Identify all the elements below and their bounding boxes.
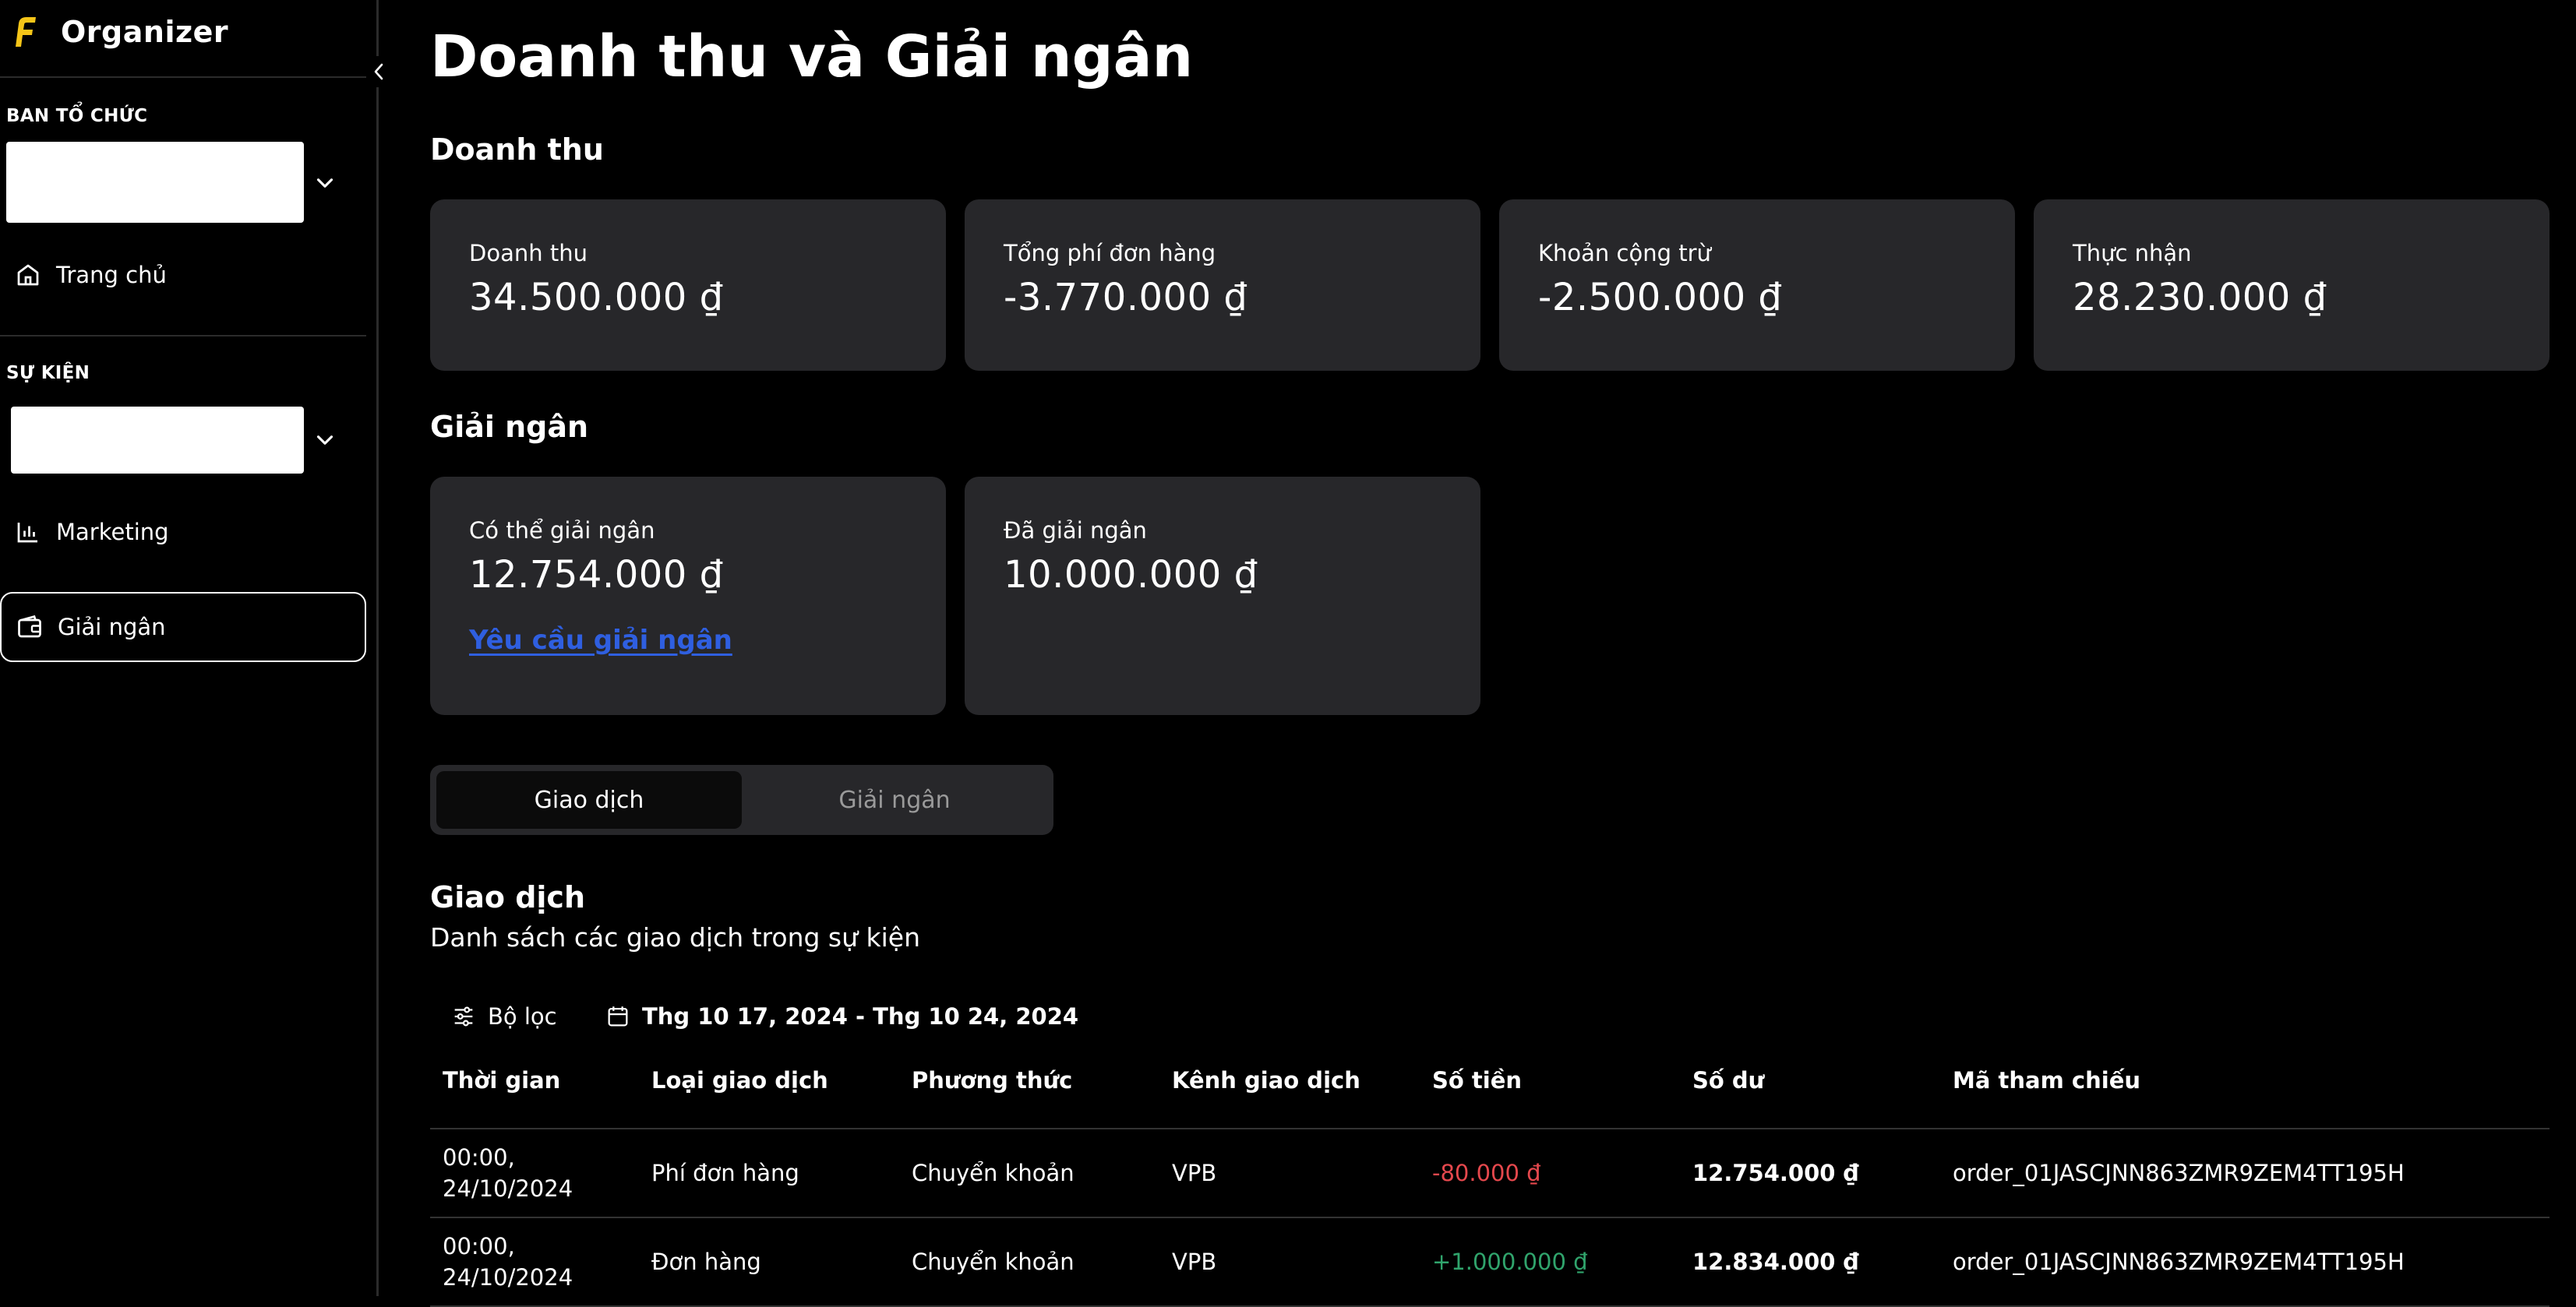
tab-payouts[interactable]: Giải ngân (742, 771, 1047, 829)
cell-channel: VPB (1159, 1129, 1420, 1218)
cell-channel: VPB (1159, 1217, 1420, 1307)
available-payout-card: Có thể giải ngân 12.754.000 ₫ Yêu cầu gi… (430, 477, 946, 715)
cell-time: 00:00, 24/10/2024 (430, 1129, 639, 1218)
sidebar-item-label: Marketing (56, 519, 169, 545)
cell-type: Đơn hàng (639, 1217, 899, 1307)
column-header-balance[interactable]: Số dư (1680, 1064, 1940, 1129)
card-label: Khoản cộng trừ (1538, 240, 1711, 266)
divider (0, 335, 366, 336)
adjustment-card: Khoản cộng trừ -2.500.000 ₫ (1499, 199, 2015, 371)
column-header-reference[interactable]: Mã tham chiếu (1940, 1064, 2550, 1129)
card-value: 12.754.000 ₫ (469, 553, 724, 597)
cell-method: Chuyển khoản (899, 1129, 1159, 1218)
bar-chart-icon (17, 523, 37, 543)
cell-type: Phí đơn hàng (639, 1129, 899, 1218)
column-header-method[interactable]: Phương thức (899, 1064, 1159, 1129)
column-header-type[interactable]: Loại giao dịch (639, 1064, 899, 1129)
column-header-channel[interactable]: Kênh giao dịch (1159, 1064, 1420, 1129)
request-payout-link[interactable]: Yêu cầu giải ngân (469, 625, 732, 656)
sidebar-item-label: Giải ngân (58, 614, 166, 640)
card-value: 34.500.000 ₫ (469, 276, 724, 319)
org-section-label: BAN TỔ CHỨC (6, 106, 148, 126)
column-header-time[interactable]: Thời gian (430, 1064, 639, 1129)
revenue-card: Doanh thu 34.500.000 ₫ (430, 199, 946, 371)
order-fee-card: Tổng phí đơn hàng -3.770.000 ₫ (965, 199, 1480, 371)
date-range-picker[interactable]: Thg 10 17, 2024 - Thg 10 24, 2024 (605, 999, 1078, 1034)
card-label: Tổng phí đơn hàng (1004, 240, 1216, 266)
collapse-sidebar-button[interactable] (368, 56, 390, 87)
chevron-left-icon (374, 63, 383, 80)
card-label: Có thể giải ngân (469, 517, 655, 544)
sidebar-item-label: Trang chủ (56, 262, 167, 288)
transactions-description: Danh sách các giao dịch trong sự kiện (430, 922, 921, 953)
home-icon (17, 264, 39, 286)
filter-label: Bộ lọc (488, 1003, 557, 1030)
card-value: 28.230.000 ₫ (2073, 276, 2327, 319)
brand-name: Organizer (61, 15, 229, 49)
brand[interactable]: Organizer (8, 9, 228, 55)
card-label: Thực nhận (2073, 240, 2192, 266)
table-row[interactable]: 00:00, 24/10/2024 Đơn hàng Chuyển khoản … (430, 1217, 2550, 1307)
column-header-amount[interactable]: Số tiền (1420, 1064, 1680, 1129)
filter-icon (454, 1006, 473, 1027)
cell-balance: 12.754.000 ₫ (1680, 1129, 1940, 1218)
card-value: -2.500.000 ₫ (1538, 276, 1783, 319)
cell-balance: 12.834.000 ₫ (1680, 1217, 1940, 1307)
sidebar: Organizer BAN TỔ CHỨC Trang chủ SỰ KIỆN … (0, 0, 379, 1296)
cell-method: Chuyển khoản (899, 1217, 1159, 1307)
chevron-down-icon[interactable] (312, 170, 338, 196)
transactions-title: Giao dịch (430, 880, 585, 914)
cell-amount: +1.000.000 ₫ (1420, 1217, 1680, 1307)
org-select[interactable] (6, 142, 304, 223)
view-tabs: Giao dịch Giải ngân (430, 765, 1053, 835)
event-section-label: SỰ KIỆN (6, 363, 90, 383)
card-value: -3.770.000 ₫ (1004, 276, 1248, 319)
sidebar-item-marketing[interactable]: Marketing (0, 497, 366, 567)
tab-transactions[interactable]: Giao dịch (436, 771, 742, 829)
table-header-row: Thời gian Loại giao dịch Phương thức Kên… (430, 1064, 2550, 1129)
cell-time: 00:00, 24/10/2024 (430, 1217, 639, 1307)
card-label: Doanh thu (469, 240, 588, 266)
chevron-down-icon[interactable] (312, 427, 338, 453)
payout-heading: Giải ngân (430, 410, 589, 444)
sidebar-item-home[interactable]: Trang chủ (0, 240, 366, 310)
divider (0, 76, 366, 78)
sidebar-item-payout[interactable]: Giải ngân (0, 592, 366, 662)
wallet-icon (18, 615, 41, 638)
date-range-label: Thg 10 17, 2024 - Thg 10 24, 2024 (642, 1003, 1079, 1030)
filter-button[interactable]: Bộ lọc (450, 999, 557, 1034)
cell-reference: order_01JASCJNN863ZMR9ZEM4TT195H (1940, 1217, 2550, 1307)
page-title: Doanh thu và Giải ngân (430, 23, 1194, 90)
cell-reference: order_01JASCJNN863ZMR9ZEM4TT195H (1940, 1129, 2550, 1218)
logo-icon (16, 17, 36, 47)
event-select[interactable] (11, 407, 304, 474)
card-label: Đã giải ngân (1004, 517, 1147, 544)
net-received-card: Thực nhận 28.230.000 ₫ (2034, 199, 2550, 371)
transactions-table: Thời gian Loại giao dịch Phương thức Kên… (430, 1064, 2550, 1307)
paid-out-card: Đã giải ngân 10.000.000 ₫ (965, 477, 1480, 715)
calendar-icon (608, 1006, 628, 1027)
revenue-heading: Doanh thu (430, 132, 604, 167)
table-row[interactable]: 00:00, 24/10/2024 Phí đơn hàng Chuyển kh… (430, 1129, 2550, 1218)
cell-amount: -80.000 ₫ (1420, 1129, 1680, 1218)
card-value: 10.000.000 ₫ (1004, 553, 1258, 597)
